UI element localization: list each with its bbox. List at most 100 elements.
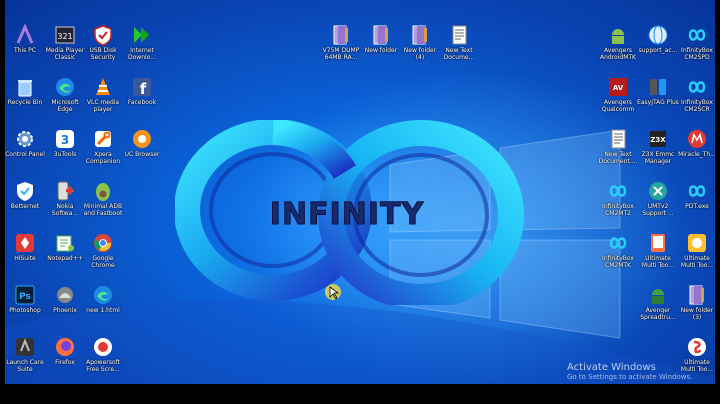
svg-text:AV: AV <box>613 84 624 92</box>
desktop-icon-npp[interactable]: Notepad++ <box>44 232 86 262</box>
desktop-icon-ultimate1[interactable]: Ultimate Multi Too... <box>637 232 679 269</box>
desktop-icon-label: EasyJTAG Plus <box>637 99 679 106</box>
phone-plus-icon <box>54 180 76 202</box>
desktop-icon-label: 3uTools <box>53 151 77 158</box>
desktop-icon-umt[interactable]: UMTv2 Support ... <box>637 180 679 217</box>
desktop-icon-thispc[interactable]: This PC <box>4 23 46 54</box>
avenger-android-icon <box>647 284 669 306</box>
desktop[interactable]: INFINITY This PC 321 Media Player Classic U… <box>0 0 720 404</box>
activate-windows-watermark: Activate Windows Go to Settings to activ… <box>567 362 692 381</box>
desktop-icon-ibcm2sd[interactable]: InfinityBox CM2SPD <box>676 24 718 61</box>
svg-text:Z3X: Z3X <box>650 136 666 144</box>
letterbox-right <box>715 0 720 404</box>
chrome-icon <box>92 232 114 254</box>
hisuite-icon <box>14 232 36 254</box>
desktop-icon-label: Launch Care Suite <box>6 359 44 373</box>
squirrel-icon <box>131 128 153 150</box>
desktop-icon-label: Firefox <box>55 359 75 366</box>
desktop-icon-label: Notepad++ <box>47 255 83 262</box>
gear-icon <box>14 128 36 150</box>
desktop-icon-v75m[interactable]: V75M DUMP 64MB RA... <box>320 24 362 61</box>
svg-text:3: 3 <box>61 133 69 147</box>
wrench-icon <box>92 128 114 150</box>
desktop-icon-firefox[interactable]: Firefox <box>44 336 86 366</box>
desktop-icon-uc[interactable]: UC Browser <box>121 128 163 158</box>
desktop-icon-label: Control Panel <box>5 151 45 158</box>
desktop-icon-z3x[interactable]: Z3X Z3X Emmc Manager <box>637 128 679 165</box>
android-icon <box>607 24 629 46</box>
desktop-icon-avqual[interactable]: AV Avengers Qualcomm <box>597 76 639 113</box>
edge-icon <box>54 76 76 98</box>
desktop-icon-avspread[interactable]: Avenger Spreadtru... <box>637 284 679 321</box>
desktop-icon-ibcm2scr[interactable]: InfinityBox CM2SCR <box>676 76 718 113</box>
svg-text:321: 321 <box>57 32 72 41</box>
desktop-icon-launch[interactable]: Launch Care Suite <box>4 336 46 373</box>
desktop-icon-easyjtag[interactable]: EasyJTAG Plus <box>637 76 679 106</box>
desktop-icon-ultimate2[interactable]: Ultimate Multi Too... <box>676 232 718 269</box>
desktop-icon-label: InfinityBox CM2SCR <box>681 99 713 113</box>
svg-text:Ps: Ps <box>19 292 31 302</box>
chip-icon: Z3X <box>647 128 669 150</box>
globe-icon <box>647 24 669 46</box>
desktop-icon-better[interactable]: Betternet <box>4 180 46 210</box>
desktop-icon-supac[interactable]: support_ac... <box>637 24 679 54</box>
svg-text:f: f <box>140 80 147 98</box>
text-doc-icon <box>607 128 629 150</box>
desktop-icon-label: Photoshop <box>9 307 41 314</box>
desktop-icon-mpc[interactable]: 321 Media Player Classic <box>44 24 86 61</box>
record-icon <box>92 336 114 358</box>
desktop-icon-label: New Text Docume... <box>443 47 475 61</box>
edge-html-icon <box>92 284 114 306</box>
folder-icon <box>409 24 431 46</box>
desktop-icon-label: Internet Downlo... <box>128 47 156 61</box>
desktop-icon-cp[interactable]: Control Panel <box>4 128 46 158</box>
desktop-icon-ibcm2mt2[interactable]: InfinityBox CM2MT2 <box>597 180 639 217</box>
3u-icon: 3 <box>54 128 76 150</box>
desktop-icon-apower[interactable]: Apowersoft Free Scre... <box>82 336 124 373</box>
desktop-icon-usb[interactable]: USB Disk Security <box>82 24 124 61</box>
desktop-icon-ntd1[interactable]: New Text Docume... <box>438 24 480 61</box>
infinity-logo: INFINITY <box>175 120 524 305</box>
desktop-icon-label: Miracle_Th... <box>678 151 716 158</box>
desktop-icon-chrome[interactable]: Google Chrome <box>82 232 124 269</box>
umt-icon <box>647 180 669 202</box>
desktop-icon-ntd2[interactable]: New Text Document.... <box>597 128 639 165</box>
desktop-icon-nf1[interactable]: New folder <box>360 24 402 54</box>
desktop-icon-nf3[interactable]: New folder (3) <box>676 284 718 321</box>
desktop-icon-pdt[interactable]: PDT.exe <box>676 180 718 210</box>
firefox-icon <box>54 336 76 358</box>
desktop-icon-recycle[interactable]: Recycle Bin <box>4 76 46 106</box>
desktop-icon-edge[interactable]: Microsoft Edge <box>44 76 86 113</box>
desktop-icon-vlc[interactable]: VLC media player <box>82 76 124 113</box>
desktop-icon-label: Betternet <box>10 203 40 210</box>
desktop-icon-3u[interactable]: 3 3uTools <box>44 128 86 158</box>
infinity-icon <box>686 180 708 202</box>
desktop-icon-phoenix[interactable]: Phoenix <box>44 284 86 314</box>
desktop-icon-adb[interactable]: Minimal ADB and Fastboot <box>82 180 124 217</box>
desktop-icon-nokia[interactable]: Nokia Softwa... <box>44 180 86 217</box>
desktop-icon-label: Z3X Emmc Manager <box>641 151 675 165</box>
infinity-icon <box>686 76 708 98</box>
desktop-icon-newhtml[interactable]: new 1.html <box>82 284 124 314</box>
desktop-icon-label: Nokia Softwa... <box>51 203 79 217</box>
desktop-icon-miracle[interactable]: Miracle_Th... <box>676 128 718 158</box>
notepad-icon <box>54 232 76 254</box>
desktop-icon-label: This PC <box>14 47 36 54</box>
desktop-icon-hisuite[interactable]: HiSuite <box>4 232 46 262</box>
desktop-icon-label: VLC media player <box>86 99 120 113</box>
desktop-icon-fb[interactable]: f Facebook <box>121 76 163 106</box>
shield-check-icon <box>14 180 36 202</box>
desktop-icon-ps[interactable]: Ps Photoshop <box>4 284 46 314</box>
letterbox-left <box>0 0 5 404</box>
desktop-icon-ibcm2mtk[interactable]: InfinityBox CM2MTK <box>597 232 639 269</box>
desktop-icon-avamtk[interactable]: Avengers AndroidMTK <box>597 24 639 61</box>
desktop-icon-label: new 1.html <box>86 307 120 314</box>
desktop-icon-idm[interactable]: Internet Downlo... <box>121 24 163 61</box>
desktop-icon-label: PDT.exe <box>685 203 709 210</box>
desktop-icon-label: InfinityBox CM2SPD <box>681 47 713 61</box>
desktop-icon-label: New Text Document.... <box>598 151 638 165</box>
desktop-icon-label: Avengers AndroidMTK <box>600 47 636 61</box>
desktop-icon-xpera[interactable]: Xpera Companion <box>82 128 124 165</box>
desktop-icon-nf4[interactable]: New folder (4) <box>399 24 441 61</box>
launch-icon <box>14 336 36 358</box>
